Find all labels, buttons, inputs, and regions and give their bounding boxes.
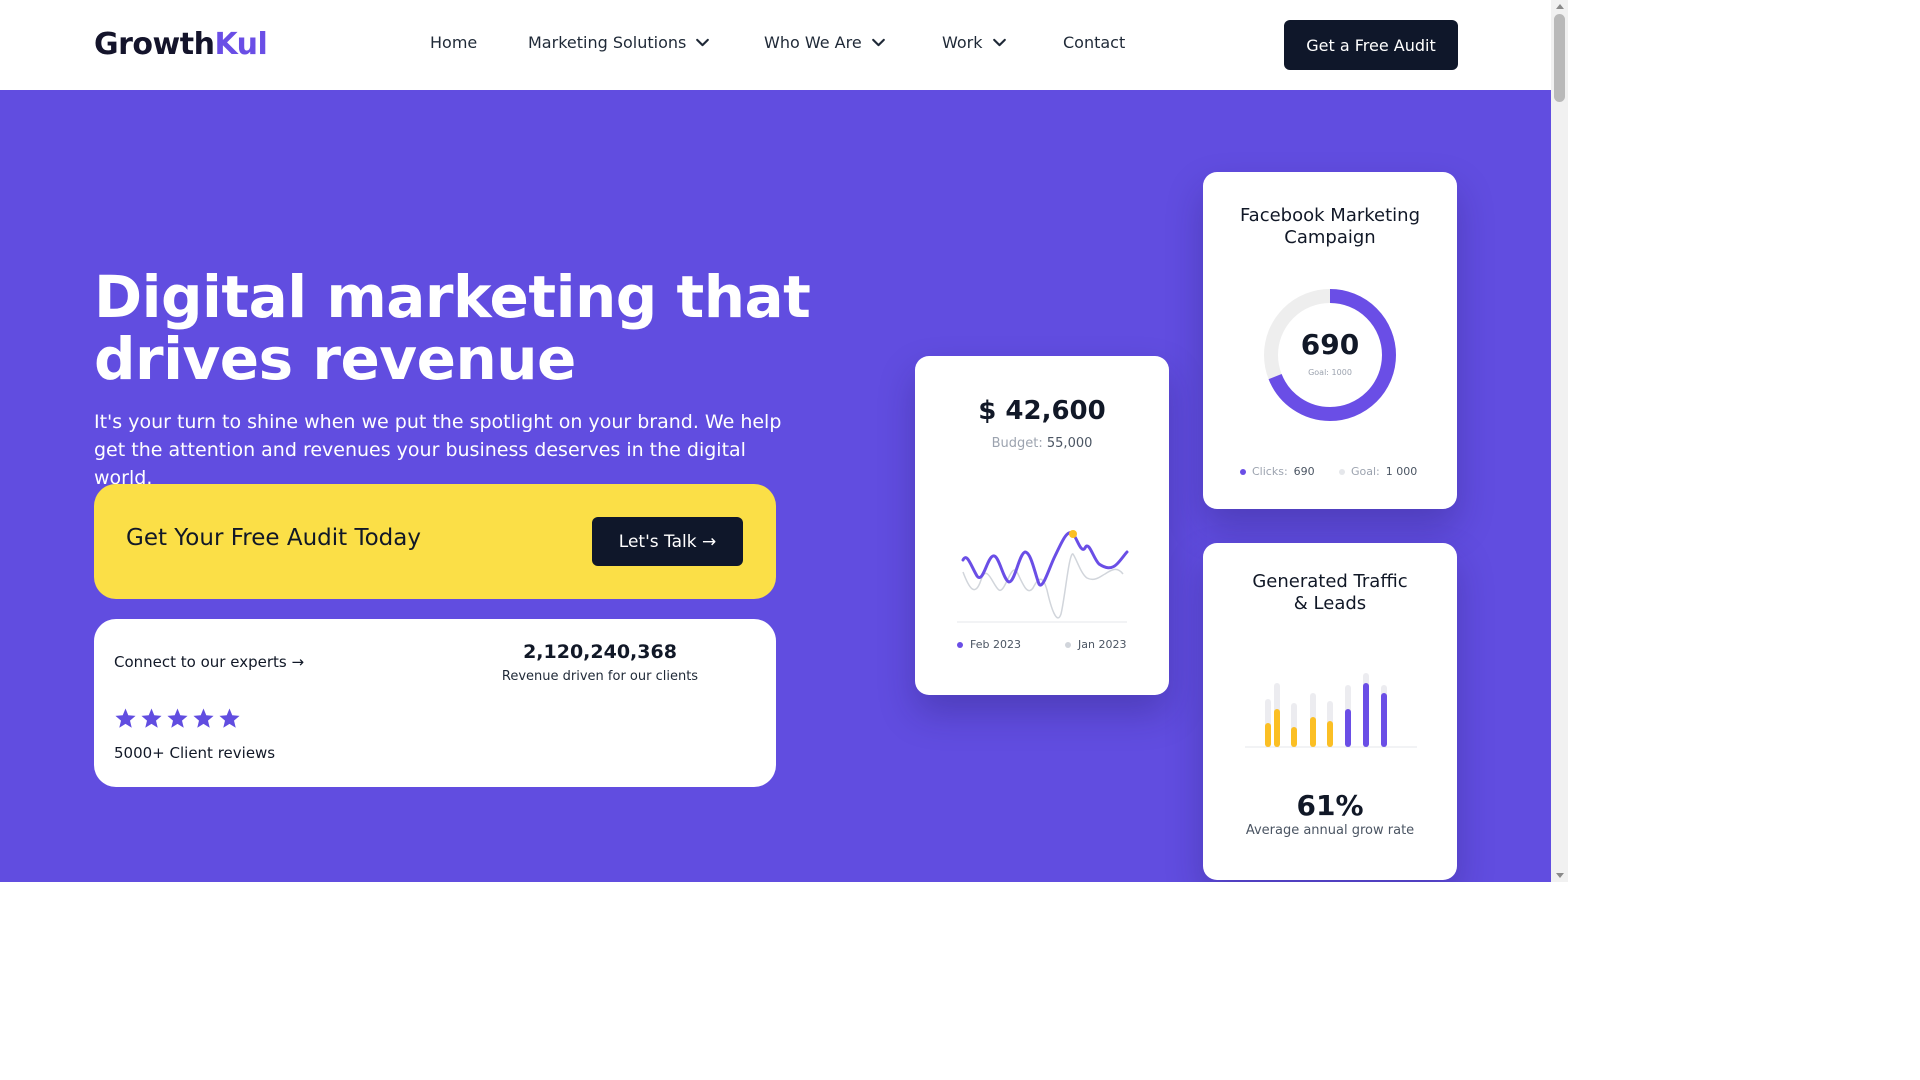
card-title-line1: Facebook Marketing (1239, 205, 1420, 226)
legend-goal: Goal: 1 000 (1339, 465, 1417, 478)
lets-talk-button[interactable]: Let's Talk → (592, 517, 743, 566)
star-icon (141, 708, 162, 728)
bar-yellow (1327, 721, 1333, 747)
scroll-down-arrow-icon[interactable] (1556, 873, 1564, 878)
bar-purple (1381, 693, 1387, 747)
rating-stars (114, 707, 241, 730)
scroll-up-arrow-icon[interactable] (1556, 4, 1564, 9)
scrollbar-thumb[interactable] (1554, 14, 1565, 102)
growth-rate-value: 61% (1296, 789, 1364, 822)
star-icon (115, 708, 136, 728)
hero-subtext: It's your turn to shine when we put the … (94, 411, 782, 489)
bar-purple (1363, 683, 1369, 747)
legend-feb-2023: Feb 2023 (957, 638, 1021, 651)
legend-goal-value: 1 000 (1385, 465, 1418, 478)
traffic-card-title: Generated Traffic & Leads (1203, 571, 1457, 615)
revenue-amount: $ 42,600 (978, 396, 1106, 426)
traffic-bar-graph (1245, 673, 1417, 748)
card-title-line1: Generated Traffic (1252, 571, 1408, 592)
legend-dot-icon (1065, 641, 1071, 648)
hero-section: Digital marketing that drives revenue It… (0, 90, 1551, 882)
campaign-clicks-value: 690 (1300, 328, 1360, 361)
hero-headline: Digital marketing that drives revenue (94, 266, 854, 390)
star-icon (193, 708, 214, 728)
nav-item-work[interactable]: Work (942, 33, 1008, 52)
headline-line2: drives revenue (94, 325, 576, 393)
brand-name-part1: Growth (94, 27, 215, 62)
revenue-driven-value: 2,120,240,368 (523, 641, 677, 663)
headline-line1: Digital marketing that (94, 263, 811, 331)
page-scrollbar[interactable] (1551, 0, 1568, 882)
nav-item-contact[interactable]: Contact (1063, 33, 1125, 52)
traffic-leads-card: Generated Traffic & Leads 61% Average an… (1203, 543, 1457, 880)
nav-item-label: Work (942, 33, 983, 52)
revenue-card: $ 42,600 Budget: 55,000 Feb 2023 Jan 202… (915, 356, 1169, 695)
revenue-wave-graph (957, 530, 1129, 623)
campaign-goal-text: Goal: 1000 (1203, 368, 1457, 377)
brand-name-part2: Kul (214, 27, 268, 62)
bar-purple (1345, 709, 1351, 747)
chevron-down-icon (992, 38, 1006, 47)
budget-text: Budget: 55,000 (915, 436, 1169, 451)
legend-clicks-value: 690 (1293, 465, 1315, 478)
nav-item-marketing-solutions[interactable]: Marketing Solutions (528, 33, 711, 52)
peak-marker (1069, 530, 1077, 538)
brand-logo[interactable]: GrowthKul (94, 27, 268, 62)
nav-item-label: Contact (1063, 33, 1126, 52)
legend-clicks-label: Clicks: (1252, 465, 1288, 478)
legend-clicks: Clicks: 690 (1240, 465, 1315, 478)
star-icon (219, 708, 240, 728)
legend-jan-2023: Jan 2023 (1065, 638, 1126, 651)
facebook-campaign-card: Facebook Marketing Campaign 690 Goal: 10… (1203, 172, 1457, 509)
card-title-line2: & Leads (1293, 593, 1367, 614)
client-reviews-count: 5000+ Client reviews (114, 744, 276, 762)
legend-goal-label: Goal: (1351, 465, 1380, 478)
legend-label: Jan 2023 (1078, 638, 1127, 651)
legend-dot-icon (957, 641, 963, 648)
bar-yellow (1310, 717, 1316, 747)
bar-yellow (1291, 727, 1297, 747)
facebook-card-title: Facebook Marketing Campaign (1203, 205, 1457, 249)
goal-label: Goal: (1308, 368, 1329, 377)
stats-panel: Connect to our experts → 5000+ Client re… (94, 619, 776, 787)
feb-2023-line (961, 531, 1129, 587)
legend-label: Feb 2023 (970, 638, 1021, 651)
revenue-driven-label: Revenue driven for our clients (501, 669, 699, 684)
nav-item-home[interactable]: Home (430, 33, 477, 52)
bar-yellow (1265, 723, 1271, 747)
chevron-down-icon (696, 38, 710, 47)
goal-value: 1000 (1331, 368, 1352, 377)
audit-cta-banner: Get Your Free Audit Today Let's Talk → (94, 484, 776, 599)
star-icon (167, 708, 188, 728)
audit-cta-text: Get Your Free Audit Today (126, 525, 421, 551)
budget-label: Budget: (991, 436, 1043, 451)
card-title-line2: Campaign (1284, 227, 1376, 248)
connect-experts-link[interactable]: Connect to our experts → (114, 653, 304, 671)
nav-item-label: Home (430, 33, 478, 52)
chevron-down-icon (871, 38, 885, 47)
growth-rate-label: Average annual grow rate (1245, 823, 1415, 838)
legend-dot-icon (1339, 468, 1345, 475)
get-free-audit-button[interactable]: Get a Free Audit (1284, 20, 1458, 70)
nav-item-label: Marketing Solutions (528, 33, 687, 52)
nav-item-who-we-are[interactable]: Who We Are (764, 33, 887, 52)
site-header: GrowthKul Home Marketing Solutions Who W… (0, 0, 1551, 90)
legend-dot-icon (1240, 468, 1246, 475)
budget-value: 55,000 (1046, 436, 1093, 451)
bar-yellow (1274, 709, 1280, 747)
nav-item-label: Who We Are (764, 33, 862, 52)
